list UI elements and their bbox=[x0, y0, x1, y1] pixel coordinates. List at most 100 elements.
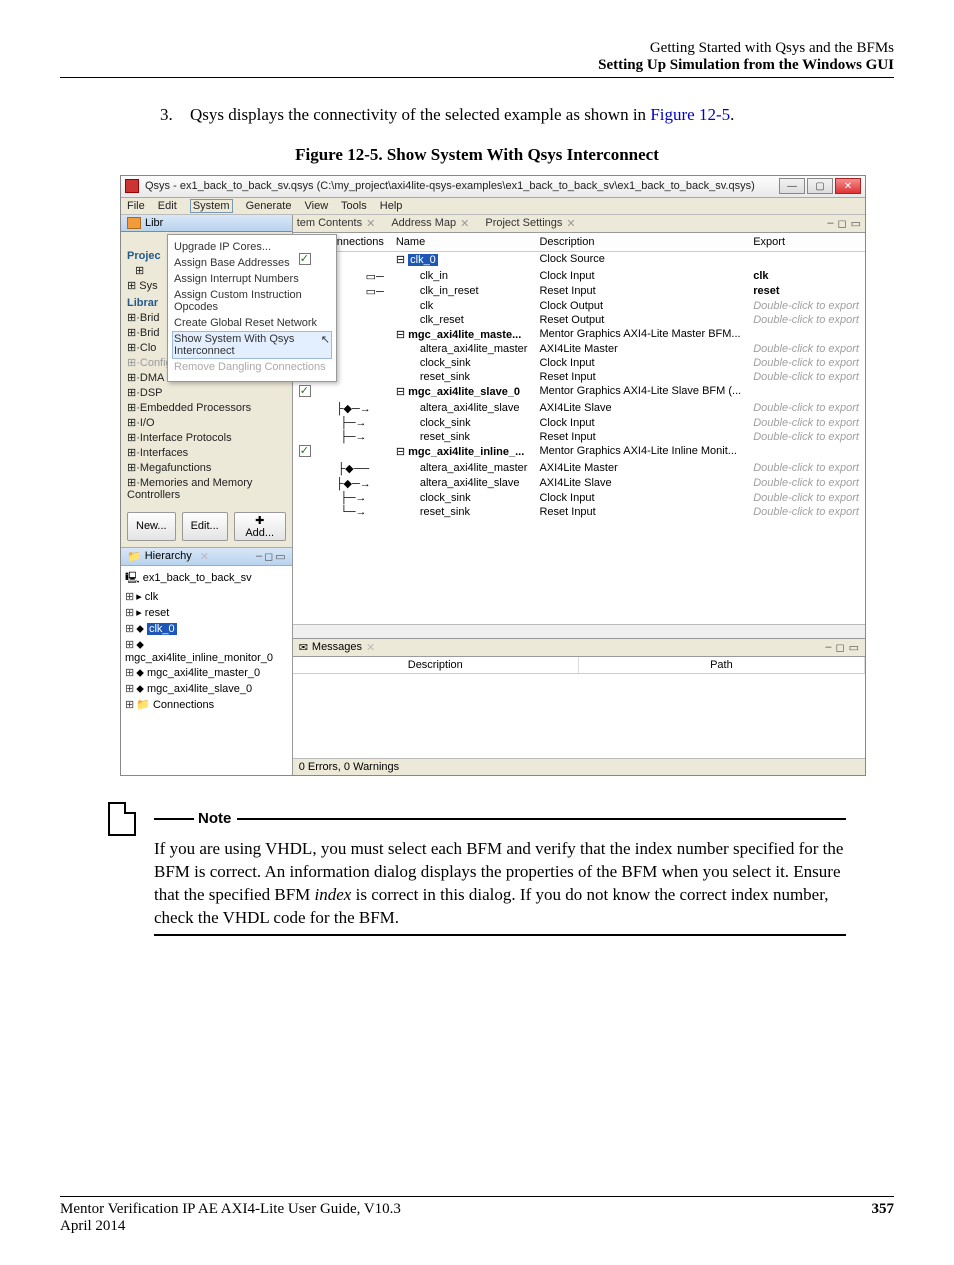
checkbox-icon[interactable] bbox=[299, 445, 311, 457]
table-row[interactable]: ⊟ mgc_axi4lite_maste...Mentor Graphics A… bbox=[293, 327, 865, 342]
menu-generate[interactable]: Generate bbox=[246, 200, 292, 212]
hier-clk[interactable]: ⊞▸ clk bbox=[125, 589, 288, 605]
lib-mega[interactable]: ⊞·Megafunctions bbox=[127, 460, 286, 475]
lib-embedded[interactable]: ⊞·Embedded Processors bbox=[127, 400, 286, 415]
menu-system[interactable]: System bbox=[190, 199, 233, 213]
table-row[interactable]: └─→reset_sinkReset InputDouble-click to … bbox=[293, 505, 865, 519]
note-block: Note If you are using VHDL, you must sel… bbox=[108, 802, 846, 936]
menubar[interactable]: File Edit System Generate View Tools Hel… bbox=[121, 198, 865, 215]
tab-projset[interactable]: Project Settings✕ bbox=[485, 217, 575, 230]
menu-edit[interactable]: Edit bbox=[158, 200, 177, 212]
hier-conn[interactable]: ⊞📁 Connections bbox=[125, 697, 288, 713]
new-button[interactable]: New... bbox=[127, 512, 176, 541]
messages-body bbox=[293, 674, 865, 758]
hier-clk0[interactable]: ⊞⬥ clk_0 bbox=[125, 621, 288, 637]
table-row[interactable]: clkClock OutputDouble-click to export bbox=[293, 299, 865, 313]
left-pane: Libr Projec ⊞ ⊞ Sys Librar ⊞·Brid ⊞·Brid… bbox=[121, 215, 293, 775]
table-row[interactable]: ⊟ mgc_axi4lite_slave_0Mentor Graphics AX… bbox=[293, 384, 865, 401]
messages-icon: ✉ bbox=[299, 641, 308, 654]
cursor-icon: ↖ bbox=[321, 333, 330, 357]
list-content: Qsys displays the connectivity of the se… bbox=[190, 104, 734, 127]
table-row[interactable]: ⊟ clk_0Clock Source bbox=[293, 251, 865, 269]
col-description[interactable]: Description bbox=[533, 233, 747, 252]
window-buttons: — ▢ ✕ bbox=[779, 178, 861, 194]
table-row[interactable]: ├─→clock_sinkClock InputDouble-click to … bbox=[293, 416, 865, 430]
table-row[interactable]: clock_sinkClock InputDouble-click to exp… bbox=[293, 356, 865, 370]
right-pane: tem Contents✕ Address Map✕ Project Setti… bbox=[293, 215, 865, 775]
window-title: Qsys - ex1_back_to_back_sv.qsys (C:\my_p… bbox=[145, 180, 779, 192]
msg-col-path[interactable]: Path bbox=[579, 657, 865, 673]
table-row[interactable]: ├◆─→altera_axi4lite_slaveAXI4Lite SlaveD… bbox=[293, 476, 865, 491]
close-button[interactable]: ✕ bbox=[835, 178, 861, 194]
table-row[interactable]: ├◆─→altera_axi4lite_slaveAXI4Lite SlaveD… bbox=[293, 401, 865, 416]
footer-title: Mentor Verification IP AE AXI4-Lite User… bbox=[60, 1201, 401, 1218]
detach-icon[interactable]: ◻ bbox=[835, 641, 844, 654]
checkbox-icon[interactable] bbox=[299, 253, 311, 265]
dd-assign-int[interactable]: Assign Interrupt Numbers bbox=[172, 271, 332, 287]
table-row[interactable]: ├◆──altera_axi4lite_masterAXI4Lite Maste… bbox=[293, 461, 865, 476]
checkbox-icon[interactable] bbox=[299, 385, 311, 397]
note-bottom-rule bbox=[154, 934, 846, 936]
library-icon bbox=[127, 217, 141, 229]
detach-icon[interactable]: ◻ bbox=[837, 217, 846, 230]
minimize-icon[interactable]: – bbox=[827, 217, 833, 230]
header-section: Setting Up Simulation from the Windows G… bbox=[60, 57, 894, 74]
lib-ifproto[interactable]: ⊞·Interface Protocols bbox=[127, 430, 286, 445]
lib-io[interactable]: ⊞·I/O bbox=[127, 415, 286, 430]
system-table: e Connections Name Description Export ⊟ … bbox=[293, 233, 865, 624]
tab-contents[interactable]: tem Contents✕ bbox=[297, 217, 376, 230]
collapse-icon[interactable]: ▭ bbox=[849, 641, 859, 654]
menu-tools[interactable]: Tools bbox=[341, 200, 367, 212]
add-button[interactable]: ✚ Add... bbox=[234, 512, 286, 541]
messages-tab[interactable]: ✉Messages✕ –◻▭ bbox=[293, 638, 865, 657]
hier-slave[interactable]: ⊞⬥ mgc_axi4lite_slave_0 bbox=[125, 681, 288, 697]
collapse-icon[interactable]: ▭ bbox=[851, 217, 861, 230]
dd-show-system[interactable]: Show System With Qsys Interconnect↖ bbox=[172, 331, 332, 359]
header-rule bbox=[60, 77, 894, 78]
footer-date: April 2014 bbox=[60, 1218, 894, 1235]
status-bar: 0 Errors, 0 Warnings bbox=[293, 758, 865, 775]
library-tab[interactable]: Libr bbox=[121, 215, 292, 232]
lib-dsp[interactable]: ⊞·DSP bbox=[127, 385, 286, 400]
table-row[interactable]: ▭─clk_in_resetReset Inputreset bbox=[293, 284, 865, 299]
horizontal-scrollbar[interactable] bbox=[293, 624, 865, 638]
table-row[interactable]: altera_axi4lite_masterAXI4Lite MasterDou… bbox=[293, 342, 865, 356]
hierarchy-tab[interactable]: 📁Hierarchy✕ –◻▭ bbox=[121, 547, 292, 566]
hier-root[interactable]: 🖳 ex1_back_to_back_sv bbox=[125, 568, 288, 589]
header-chapter: Getting Started with Qsys and the BFMs bbox=[60, 40, 894, 57]
table-row[interactable]: clk_resetReset OutputDouble-click to exp… bbox=[293, 313, 865, 327]
dd-create-reset[interactable]: Create Global Reset Network bbox=[172, 315, 332, 331]
lib-mem[interactable]: ⊞·Memories and Memory Controllers bbox=[127, 475, 286, 502]
page-footer: Mentor Verification IP AE AXI4-Lite User… bbox=[60, 1196, 894, 1235]
collapse-icon[interactable]: ▭ bbox=[275, 550, 285, 563]
note-text: If you are using VHDL, you must select e… bbox=[154, 838, 846, 930]
minimize-icon[interactable]: – bbox=[256, 550, 262, 563]
table-row[interactable]: ├─→reset_sinkReset InputDouble-click to … bbox=[293, 430, 865, 444]
dd-assign-custom[interactable]: Assign Custom Instruction Opcodes bbox=[172, 287, 332, 315]
table-row[interactable]: ▭─clk_inClock Inputclk bbox=[293, 269, 865, 284]
hier-inline[interactable]: ⊞⬥ mgc_axi4lite_inline_monitor_0 bbox=[125, 637, 288, 665]
hier-reset[interactable]: ⊞▸ reset bbox=[125, 605, 288, 621]
col-export[interactable]: Export bbox=[747, 233, 865, 252]
menu-view[interactable]: View bbox=[305, 200, 329, 212]
figure-link[interactable]: Figure 12-5 bbox=[650, 105, 730, 124]
tab-addrmap[interactable]: Address Map✕ bbox=[391, 217, 469, 230]
system-menu-dropdown[interactable]: Upgrade IP Cores... Assign Base Addresse… bbox=[167, 234, 337, 382]
detach-icon[interactable]: ◻ bbox=[264, 550, 273, 563]
menu-help[interactable]: Help bbox=[380, 200, 403, 212]
close-icon[interactable]: ✕ bbox=[366, 641, 375, 654]
minimize-button[interactable]: — bbox=[779, 178, 805, 194]
dd-remove-dangling[interactable]: Remove Dangling Connections bbox=[172, 359, 332, 375]
minimize-icon[interactable]: – bbox=[825, 641, 831, 654]
edit-button[interactable]: Edit... bbox=[182, 512, 228, 541]
close-icon[interactable]: ✕ bbox=[200, 550, 209, 563]
table-row[interactable]: reset_sinkReset InputDouble-click to exp… bbox=[293, 370, 865, 384]
table-row[interactable]: ⊟ mgc_axi4lite_inline_...Mentor Graphics… bbox=[293, 444, 865, 461]
hier-master[interactable]: ⊞⬥ mgc_axi4lite_master_0 bbox=[125, 665, 288, 681]
maximize-button[interactable]: ▢ bbox=[807, 178, 833, 194]
table-row[interactable]: ├─→clock_sinkClock InputDouble-click to … bbox=[293, 491, 865, 505]
lib-interfaces[interactable]: ⊞·Interfaces bbox=[127, 445, 286, 460]
menu-file[interactable]: File bbox=[127, 200, 145, 212]
col-name[interactable]: Name bbox=[390, 233, 534, 252]
msg-col-desc[interactable]: Description bbox=[293, 657, 579, 673]
